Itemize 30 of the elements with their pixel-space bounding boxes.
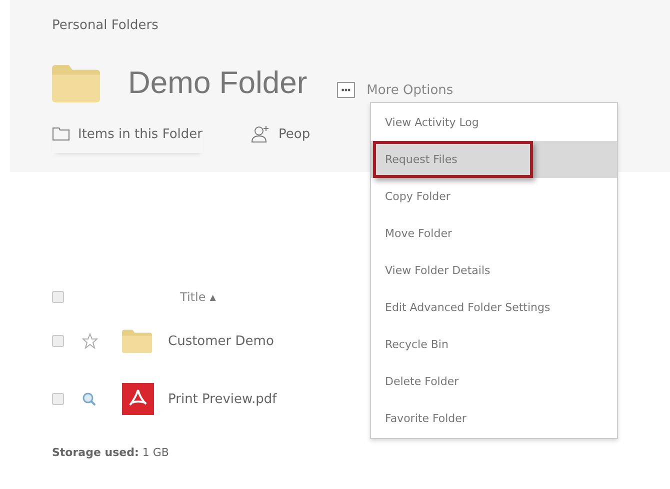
menu-item[interactable]: Delete Folder	[371, 363, 617, 400]
search-icon[interactable]	[82, 392, 96, 406]
storage-used-text: Storage used: 1 GB	[52, 446, 169, 459]
row-checkbox[interactable]	[52, 393, 64, 405]
folder-title: Demo Folder	[128, 65, 308, 101]
menu-item[interactable]: Edit Advanced Folder Settings	[371, 289, 617, 326]
breadcrumb[interactable]: Personal Folders	[52, 18, 670, 33]
folder-icon	[122, 329, 152, 353]
menu-item[interactable]: View Activity Log	[371, 104, 617, 141]
more-options-label[interactable]: More Options	[366, 82, 454, 98]
folder-icon	[52, 63, 100, 103]
menu-item[interactable]: Favorite Folder	[371, 400, 617, 437]
menu-item[interactable]: Copy Folder	[371, 178, 617, 215]
more-options-button[interactable]: •••	[337, 82, 355, 98]
title-column-header[interactable]: Title	[180, 290, 206, 304]
menu-item[interactable]: Move Folder	[371, 215, 617, 252]
folder-icon	[52, 127, 70, 141]
item-name[interactable]: Customer Demo	[168, 334, 274, 348]
row-checkbox[interactable]	[52, 335, 64, 347]
tab[interactable]: Peop	[250, 125, 310, 153]
star-icon[interactable]	[82, 333, 98, 349]
menu-item[interactable]: Request Files	[371, 141, 617, 178]
menu-item[interactable]: Recycle Bin	[371, 326, 617, 363]
item-name[interactable]: Print Preview.pdf	[168, 392, 277, 406]
tab[interactable]: Items in this Folder	[52, 125, 203, 153]
menu-item[interactable]: View Folder Details	[371, 252, 617, 289]
add-person-icon	[250, 125, 271, 143]
select-all-checkbox[interactable]	[52, 291, 64, 303]
pdf-icon	[122, 383, 154, 415]
sort-indicator[interactable]: ▲	[210, 292, 216, 302]
